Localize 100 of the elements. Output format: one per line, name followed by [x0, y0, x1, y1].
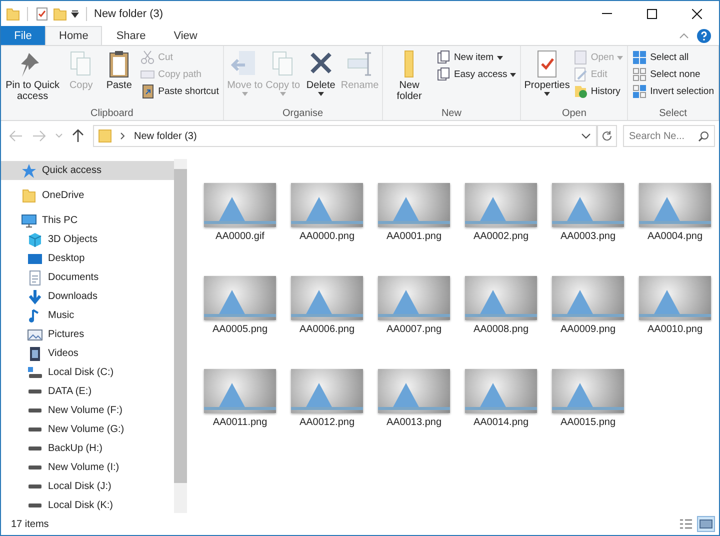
up-icon[interactable] — [72, 129, 84, 143]
large-icons-view-button[interactable] — [697, 516, 715, 532]
file-item[interactable]: AA0012.png — [287, 369, 367, 462]
thumbnail-image — [552, 276, 624, 320]
sidebar-item[interactable]: Music — [1, 306, 174, 325]
computer-icon — [21, 212, 37, 228]
file-item[interactable]: AA0005.png — [200, 276, 280, 369]
sidebar-item[interactable]: Local Disk (J:) — [1, 477, 174, 496]
refresh-button[interactable] — [597, 125, 617, 147]
file-item[interactable]: AA0004.png — [635, 183, 715, 276]
group-label: New — [440, 108, 462, 119]
path-segment[interactable]: New folder (3) — [134, 130, 197, 142]
drive-icon — [27, 427, 43, 432]
dropdown-icon[interactable] — [581, 133, 591, 139]
file-item[interactable]: AA0008.png — [461, 276, 541, 369]
file-item[interactable]: AA0014.png — [461, 369, 541, 462]
thumbnail-image — [465, 369, 537, 413]
shortcut-icon — [140, 84, 156, 99]
file-item[interactable]: AA0010.png — [635, 276, 715, 369]
ribbon-button[interactable]: Paste — [100, 48, 138, 108]
ribbon-button[interactable]: Pin to Quick access — [3, 48, 62, 108]
history-icon — [572, 84, 588, 99]
file-item[interactable]: AA0007.png — [374, 276, 454, 369]
drive-icon — [27, 408, 43, 413]
file-item[interactable]: AA0011.png — [200, 369, 280, 462]
select-none-icon — [632, 67, 648, 82]
search-icon — [698, 131, 709, 142]
group-label: Open — [560, 108, 588, 119]
ribbon-button[interactable]: Select all — [630, 50, 716, 65]
chevron-icon — [120, 132, 126, 140]
file-item[interactable]: AA0002.png — [461, 183, 541, 276]
thumbnail-image — [291, 183, 363, 227]
thumbnail-image — [465, 276, 537, 320]
window-title: New folder (3) — [94, 8, 164, 20]
sidebar-item[interactable]: OneDrive — [1, 186, 174, 205]
sidebar-item[interactable]: 3D Objects — [1, 230, 174, 249]
sidebar-item[interactable]: Quick access — [1, 161, 174, 180]
group-label: Organise — [281, 108, 324, 119]
file-item[interactable]: AA0000.png — [287, 183, 367, 276]
help-icon[interactable] — [697, 28, 711, 42]
scissors-icon — [140, 50, 156, 65]
properties-icon[interactable] — [35, 6, 49, 20]
sidebar-item[interactable]: Pictures — [1, 325, 174, 344]
edit-icon — [572, 67, 588, 82]
file-item[interactable]: AA0001.png — [374, 183, 454, 276]
file-tab[interactable]: File — [1, 26, 45, 45]
ribbon-tab[interactable]: Home — [45, 26, 102, 45]
ribbon-button[interactable]: Invert selection — [630, 84, 716, 99]
minimize-icon — [602, 13, 612, 14]
sidebar-item[interactable]: Local Disk (K:) — [1, 496, 174, 515]
file-item[interactable]: AA0000.gif — [200, 183, 280, 276]
address-bar[interactable]: New folder (3) — [93, 125, 597, 147]
sidebar-item[interactable]: New Volume (F:) — [1, 401, 174, 420]
thumbnail-image — [639, 183, 711, 227]
thumbnail-image — [378, 183, 450, 227]
collapse-ribbon-icon[interactable] — [679, 32, 689, 40]
file-item[interactable]: AA0013.png — [374, 369, 454, 462]
file-item[interactable]: AA0006.png — [287, 276, 367, 369]
sidebar-item[interactable]: BackUp (H:) — [1, 439, 174, 458]
sidebar-item[interactable]: DATA (E:) — [1, 382, 174, 401]
file-item[interactable]: AA0015.png — [548, 369, 628, 462]
ribbon-button[interactable]: New item — [434, 50, 518, 65]
ribbon-button[interactable]: Easy access — [434, 67, 518, 82]
sidebar-item[interactable]: This PC — [1, 211, 174, 230]
sidebar-item[interactable]: Local Disk (C:) — [1, 363, 174, 382]
invert-selection-icon — [632, 84, 648, 99]
ribbon-tab[interactable]: View — [160, 26, 212, 45]
open-icon — [572, 50, 588, 65]
star-icon — [21, 162, 37, 178]
ribbon-button[interactable]: History — [570, 84, 626, 99]
thumbnail-image — [291, 369, 363, 413]
sidebar-item[interactable]: Downloads — [1, 287, 174, 306]
download-icon — [27, 288, 43, 304]
sidebar-item[interactable]: Videos — [1, 344, 174, 363]
search-field[interactable]: Search Ne... — [623, 125, 715, 147]
dropdown-icon[interactable] — [71, 10, 79, 18]
ribbon-button[interactable]: Delete — [302, 48, 340, 108]
ribbon-button[interactable]: Select none — [630, 67, 716, 82]
drive-icon — [27, 465, 43, 470]
drive-icon — [27, 446, 43, 451]
sidebar-item[interactable]: New Volume (G:) — [1, 420, 174, 439]
ribbon-button[interactable]: Properties — [523, 48, 571, 108]
new-item-icon — [436, 50, 451, 65]
sidebar-item[interactable]: Documents — [1, 268, 174, 287]
file-item[interactable]: AA0009.png — [548, 276, 628, 369]
sidebar-item[interactable]: New Volume (I:) — [1, 458, 174, 477]
easy-access-icon — [436, 67, 451, 82]
scrollbar[interactable] — [174, 159, 187, 513]
thumbnail-image — [204, 369, 276, 413]
file-item[interactable]: AA0003.png — [548, 183, 628, 276]
cube-icon — [27, 232, 43, 248]
ribbon-button[interactable]: New folder — [384, 48, 434, 108]
sidebar-item[interactable]: Desktop — [1, 249, 174, 268]
thumbnail-image — [639, 276, 711, 320]
thumbnail-image — [204, 276, 276, 320]
group-label: Select — [658, 108, 688, 119]
thumbnail-image — [552, 183, 624, 227]
document-icon — [27, 270, 43, 286]
ribbon-button[interactable]: Paste shortcut — [138, 84, 221, 99]
ribbon-tab[interactable]: Share — [102, 26, 160, 45]
